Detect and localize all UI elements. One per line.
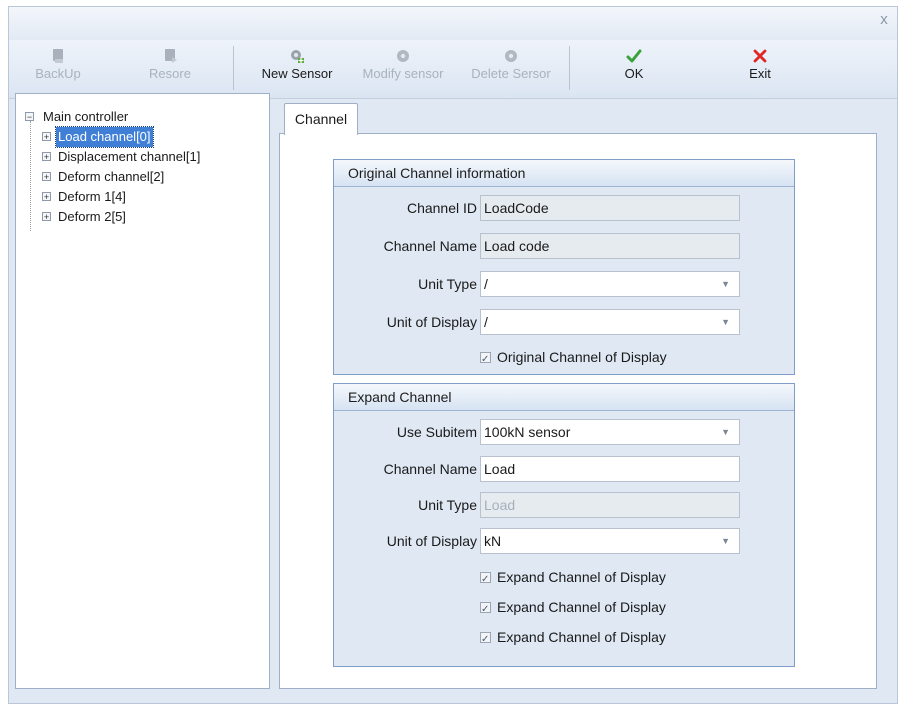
expand-channel-name-row: Channel Name Load [334, 456, 794, 482]
expand-display-checkbox-label: Expand Channel of Display [497, 569, 666, 585]
use-subitem-value: 100kN sensor [484, 424, 571, 440]
original-channel-group: Original Channel information Channel ID … [333, 159, 795, 375]
checkbox-checked-icon[interactable] [480, 570, 491, 590]
check-icon [626, 49, 642, 63]
toolbar: BackUp Resore New Sensor Modify sensor D… [9, 40, 897, 99]
expand-icon[interactable]: + [42, 192, 51, 202]
modify-sensor-icon [397, 50, 409, 62]
original-unit-type-select[interactable]: / ▼ [480, 271, 740, 297]
new-sensor-button[interactable]: New Sensor [247, 44, 347, 94]
channel-id-field[interactable]: LoadCode [480, 195, 740, 221]
collapse-icon[interactable]: − [25, 112, 34, 122]
expand-display-checkbox-label: Expand Channel of Display [497, 629, 666, 645]
ok-button[interactable]: OK [609, 44, 659, 94]
expand-channel-group: Expand Channel Use Subitem 100kN sensor … [333, 383, 795, 667]
title-bar: x [9, 7, 897, 41]
modify-sensor-label: Modify sensor [362, 66, 444, 81]
restore-label: Resore [149, 66, 191, 81]
original-unit-display-select[interactable]: / ▼ [480, 309, 740, 335]
original-unit-display-value: / [484, 314, 488, 330]
delete-sensor-label: Delete Sersor [471, 66, 551, 81]
close-icon[interactable]: x [877, 12, 891, 27]
expand-icon[interactable]: + [42, 172, 51, 182]
use-subitem-select[interactable]: 100kN sensor ▼ [480, 419, 740, 445]
backup-label: BackUp [35, 66, 81, 81]
channel-id-label: Channel ID [406, 200, 477, 216]
tree-item-label: Deform channel[2] [58, 169, 165, 184]
original-channel-name-field[interactable]: Load code [480, 233, 740, 259]
expand-unit-type-field: Load [480, 492, 740, 518]
tree-item-label: Displacement channel[1] [58, 149, 201, 164]
tree-item-label: Deform 1[4] [58, 189, 126, 204]
expand-channel-title: Expand Channel [334, 384, 794, 411]
use-subitem-label: Use Subitem [396, 424, 477, 440]
expand-icon[interactable]: + [42, 212, 51, 222]
tree-item-label: Load channel[0] [55, 126, 154, 148]
channel-tree[interactable]: − Main controller + Load channel[0] + Di… [15, 93, 270, 689]
channel-id-row: Channel ID LoadCode [334, 195, 794, 221]
restore-button[interactable]: Resore [139, 44, 201, 94]
expand-unit-type-row: Unit Type Load [334, 492, 794, 518]
tree-item-label: Deform 2[5] [58, 209, 126, 224]
tree-guide-line [30, 121, 31, 231]
expand-icon[interactable]: + [42, 132, 51, 142]
original-unit-display-row: Unit of Display / ▼ [334, 309, 794, 335]
chevron-down-icon[interactable]: ▼ [721, 310, 730, 334]
chevron-down-icon[interactable]: ▼ [721, 420, 730, 444]
unit-display-label: Unit of Display [386, 314, 477, 330]
modify-sensor-button[interactable]: Modify sensor [353, 44, 453, 94]
expand-unit-display-value: kN [484, 533, 502, 549]
backup-button[interactable]: BackUp [27, 44, 89, 94]
delete-sensor-button[interactable]: Delete Sersor [461, 44, 561, 94]
restore-icon [165, 49, 177, 63]
original-unit-type-row: Unit Type / ▼ [334, 271, 794, 297]
unit-type-label: Unit Type [418, 276, 477, 292]
ok-label: OK [624, 66, 644, 81]
expand-channel-name-field[interactable]: Load [480, 456, 740, 482]
expand-unit-display-select[interactable]: kN ▼ [480, 528, 740, 554]
use-subitem-row: Use Subitem 100kN sensor ▼ [334, 419, 794, 445]
delete-sensor-icon [505, 50, 517, 62]
chevron-down-icon[interactable]: ▼ [721, 272, 730, 296]
close-icon [753, 49, 767, 63]
unit-display-label: Unit of Display [386, 533, 477, 549]
channel-name-label: Channel Name [383, 461, 477, 477]
original-channel-title: Original Channel information [334, 160, 794, 187]
channel-panel: Channel Original Channel information Cha… [279, 93, 882, 689]
checkbox-checked-icon[interactable] [480, 350, 491, 370]
checkbox-checked-icon[interactable] [480, 600, 491, 620]
exit-label: Exit [749, 66, 771, 81]
toolbar-separator [569, 46, 570, 90]
expand-display-checkbox-label: Expand Channel of Display [497, 599, 666, 615]
expand-display-checkbox-3[interactable]: Expand Channel of Display [480, 627, 666, 650]
original-display-checkbox[interactable]: Original Channel of Display [480, 347, 667, 370]
backup-icon [53, 49, 63, 63]
unit-type-label: Unit Type [418, 497, 477, 513]
chevron-down-icon[interactable]: ▼ [721, 529, 730, 553]
original-channel-name-row: Channel Name Load code [334, 233, 794, 259]
tab-content: Original Channel information Channel ID … [279, 133, 877, 689]
expand-unit-display-row: Unit of Display kN ▼ [334, 528, 794, 554]
exit-button[interactable]: Exit [735, 44, 785, 94]
checkbox-checked-icon[interactable] [480, 630, 491, 650]
new-sensor-icon [291, 50, 304, 63]
expand-icon[interactable]: + [42, 152, 51, 162]
expand-display-checkbox-2[interactable]: Expand Channel of Display [480, 597, 666, 620]
original-display-checkbox-label: Original Channel of Display [497, 349, 667, 365]
new-sensor-label: New Sensor [261, 66, 333, 81]
toolbar-separator [233, 46, 234, 90]
channel-name-label: Channel Name [383, 238, 477, 254]
original-unit-type-value: / [484, 276, 488, 292]
tab-channel[interactable]: Channel [284, 103, 358, 135]
expand-display-checkbox-1[interactable]: Expand Channel of Display [480, 567, 666, 590]
tree-root-label: Main controller [43, 109, 129, 124]
